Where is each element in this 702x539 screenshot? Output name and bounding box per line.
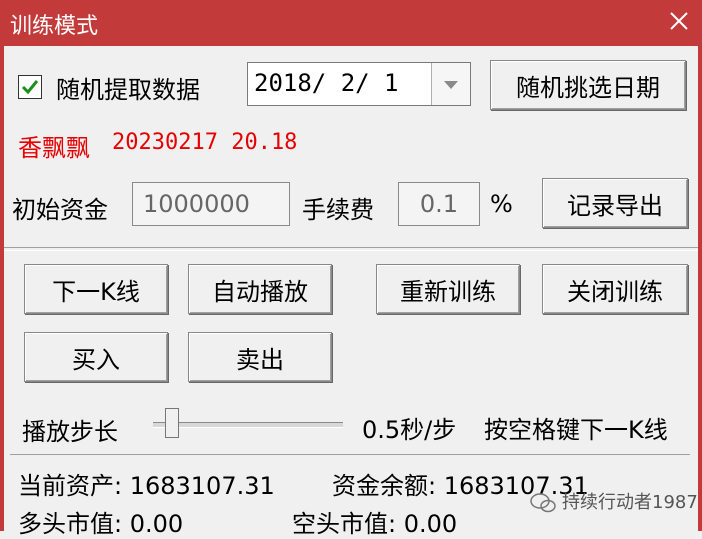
chat-bubble-icon xyxy=(530,493,556,513)
export-button[interactable]: 记录导出 xyxy=(542,178,688,228)
stock-info: 20230217 20.18 xyxy=(112,130,298,155)
random-checkbox[interactable] xyxy=(18,75,42,99)
divider xyxy=(4,247,698,251)
auto-play-button[interactable]: 自动播放 xyxy=(188,264,332,314)
watermark: 持续行动者1987 xyxy=(530,488,698,514)
random-date-button[interactable]: 随机挑选日期 xyxy=(490,60,686,110)
short-market-value: 空头市值: 0.00 xyxy=(292,510,458,538)
sell-button[interactable]: 卖出 xyxy=(188,332,332,382)
fee-label: 手续费 xyxy=(302,196,374,224)
date-value: 2018/ 2/ 1 xyxy=(254,69,399,97)
dropdown-button[interactable] xyxy=(431,63,470,105)
checkmark-icon xyxy=(21,80,39,95)
next-k-button[interactable]: 下一K线 xyxy=(24,264,168,314)
step-label: 播放步长 xyxy=(22,418,118,446)
stock-name: 香飘飘 xyxy=(18,134,90,162)
retrain-button[interactable]: 重新训练 xyxy=(376,264,520,314)
date-combobox[interactable]: 2018/ 2/ 1 xyxy=(247,62,471,106)
long-market-value: 多头市值: 0.00 xyxy=(18,510,184,538)
buy-button[interactable]: 买入 xyxy=(24,332,168,382)
initial-capital-label: 初始资金 xyxy=(12,196,108,224)
step-value: 0.5秒/步 xyxy=(362,416,457,444)
close-training-button[interactable]: 关闭训练 xyxy=(542,264,688,314)
window-border-right xyxy=(698,46,702,531)
random-checkbox-label[interactable]: 随机提取数据 xyxy=(56,70,200,105)
close-icon[interactable] xyxy=(664,6,694,36)
window-title: 训练模式 xyxy=(10,14,99,39)
step-slider-thumb[interactable] xyxy=(165,408,179,438)
title-bar: 训练模式 xyxy=(0,0,702,46)
initial-capital-field[interactable]: 1000000 xyxy=(132,182,290,226)
space-hint: 按空格键下一K线 xyxy=(484,416,668,444)
fee-unit: % xyxy=(490,190,513,218)
current-assets: 当前资产: 1683107.31 xyxy=(18,472,275,500)
watermark-text: 持续行动者1987 xyxy=(562,492,698,513)
step-slider-track[interactable] xyxy=(153,422,343,428)
chevron-down-icon xyxy=(444,81,458,89)
fee-field[interactable]: 0.1 xyxy=(398,182,480,226)
